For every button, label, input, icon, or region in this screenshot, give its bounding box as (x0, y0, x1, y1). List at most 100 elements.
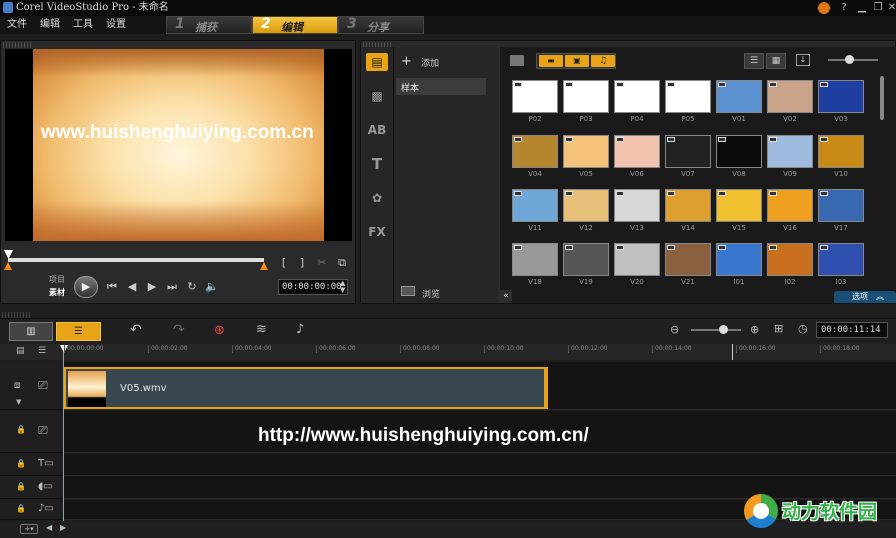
play-button[interactable]: ▶ (74, 276, 98, 298)
lock-icon[interactable]: 🔒 (16, 504, 26, 513)
browse-icon[interactable] (401, 286, 415, 296)
enlarge-icon[interactable]: ⧉ (334, 256, 350, 270)
media-category-icon[interactable]: ▤ (366, 53, 388, 71)
lock-icon[interactable]: 🔒 (16, 482, 26, 491)
close-icon[interactable]: ✕ (884, 1, 896, 14)
library-thumbnail[interactable] (767, 189, 813, 222)
library-thumbnail[interactable] (512, 189, 558, 222)
zoom-slider[interactable] (691, 329, 741, 331)
zoom-in-icon[interactable]: ⊕ (750, 323, 759, 336)
library-thumbnail[interactable] (767, 243, 813, 276)
lock-icon[interactable]: 🔒 (16, 425, 26, 434)
timeline-timecode[interactable]: 00:00:11:14 (816, 322, 888, 338)
record-capture-icon[interactable]: ⊛ (214, 323, 225, 338)
add-icon[interactable]: + (401, 54, 412, 69)
volume-icon[interactable]: 🔈 (204, 280, 220, 294)
menu-file[interactable]: 文件 (7, 16, 27, 34)
go-start-icon[interactable]: ⏮ (104, 280, 120, 294)
enable-track-icon[interactable]: ⧈ (14, 380, 20, 391)
mark-out-icon[interactable]: ] (294, 256, 310, 270)
minimize-icon[interactable]: ▁ (854, 1, 870, 14)
redo-icon[interactable]: ↷ (173, 322, 185, 338)
folder-item-sample[interactable]: 样本 (396, 78, 486, 95)
title-ab-category-icon[interactable]: AB (366, 121, 388, 139)
scroll-right-icon[interactable]: ▶ (60, 523, 66, 532)
text-category-icon[interactable]: T (366, 155, 388, 173)
library-thumbnail[interactable] (512, 135, 558, 168)
library-scrollbar[interactable] (880, 76, 884, 120)
library-thumbnail[interactable] (665, 80, 711, 113)
library-thumbnail[interactable] (563, 135, 609, 168)
timecode-stepper-icon[interactable]: ▲ ▼ (340, 280, 345, 294)
menu-settings[interactable]: 设置 (106, 16, 126, 34)
track-dropdown-icon[interactable]: ▼ (16, 398, 21, 406)
preview-window[interactable]: www.huishenghuiying.com.cn (5, 49, 352, 241)
prev-frame-icon[interactable]: ◀ (124, 280, 140, 294)
folder-icon[interactable] (510, 55, 524, 66)
track-manager-icon[interactable]: ▤ (16, 346, 25, 356)
library-thumbnail[interactable] (614, 135, 660, 168)
library-thumbnail[interactable] (818, 189, 864, 222)
transition-category-icon[interactable]: ▩ (366, 87, 388, 105)
add-folder-label[interactable]: 添加 (421, 56, 439, 69)
step-capture[interactable]: 1 捕获 (166, 16, 252, 34)
list-view-icon[interactable]: ☰ (744, 53, 764, 69)
timeline-view-icon[interactable]: ☰ (56, 322, 101, 341)
next-frame-icon[interactable]: ▶ (144, 280, 160, 294)
cut-icon[interactable]: ✂ (314, 256, 330, 270)
library-thumbnail[interactable] (563, 243, 609, 276)
photo-filter-icon[interactable]: ▣ (565, 55, 589, 67)
sort-icon[interactable]: ↓ (796, 54, 810, 66)
help-icon[interactable]: ? (836, 1, 852, 14)
mode-project[interactable]: 项目 (49, 274, 65, 285)
scroll-left-icon[interactable]: ◀ (46, 523, 52, 532)
library-thumbnail[interactable] (563, 80, 609, 113)
corel-icon[interactable] (818, 2, 830, 14)
mark-in-icon[interactable]: [ (276, 256, 292, 270)
library-thumbnail[interactable] (665, 135, 711, 168)
library-thumbnail[interactable] (512, 243, 558, 276)
library-thumbnail[interactable] (563, 189, 609, 222)
repeat-icon[interactable]: ↻ (184, 280, 200, 294)
title-track[interactable] (64, 454, 896, 476)
player-timecode[interactable]: 00:00:00:00 (278, 279, 348, 295)
library-thumbnail[interactable] (716, 135, 762, 168)
library-thumbnail[interactable] (818, 80, 864, 113)
timeline-clip[interactable]: V05.wmv (64, 367, 548, 409)
library-thumbnail[interactable] (818, 243, 864, 276)
browse-label[interactable]: 浏览 (422, 287, 440, 300)
sound-mixer-icon[interactable]: ≋ (256, 322, 267, 337)
collapse-library-icon[interactable]: « (500, 290, 512, 303)
library-thumbnail[interactable] (614, 189, 660, 222)
library-thumbnail[interactable] (512, 80, 558, 113)
library-thumbnail[interactable] (767, 135, 813, 168)
project-duration-icon[interactable]: ◷ (798, 322, 808, 335)
library-thumbnail[interactable] (818, 135, 864, 168)
library-thumbnail[interactable] (716, 80, 762, 113)
library-thumbnail[interactable] (716, 243, 762, 276)
chapter-point-icon[interactable]: ☰ (38, 346, 46, 356)
library-thumbnail[interactable] (665, 243, 711, 276)
menu-tools[interactable]: 工具 (73, 16, 93, 34)
menu-edit[interactable]: 编辑 (40, 16, 60, 34)
library-thumbnail[interactable] (665, 189, 711, 222)
library-thumbnail[interactable] (614, 80, 660, 113)
graphic-category-icon[interactable]: ✿ (366, 189, 388, 207)
storyboard-view-icon[interactable]: ▥ (9, 322, 53, 341)
voice-track[interactable] (64, 477, 896, 499)
thumb-size-slider-knob[interactable] (845, 55, 854, 64)
add-track-icon[interactable]: +▾ (20, 524, 38, 534)
step-edit[interactable]: 2 编辑 (252, 16, 338, 34)
auto-music-icon[interactable]: ♪ (296, 322, 304, 337)
zoom-out-icon[interactable]: ⊖ (670, 323, 679, 336)
go-end-icon[interactable]: ⏭ (164, 280, 180, 294)
options-tab[interactable]: 选项 ︽ (834, 291, 896, 303)
fit-project-icon[interactable]: ⊞ (774, 322, 783, 335)
lock-icon[interactable]: 🔒 (16, 459, 26, 468)
undo-icon[interactable]: ↶ (130, 322, 142, 338)
fx-category-icon[interactable]: FX (366, 223, 388, 241)
library-thumbnail[interactable] (614, 243, 660, 276)
library-thumbnail[interactable] (716, 189, 762, 222)
zoom-slider-knob[interactable] (719, 325, 728, 334)
audio-filter-icon[interactable]: ♫ (591, 55, 615, 67)
